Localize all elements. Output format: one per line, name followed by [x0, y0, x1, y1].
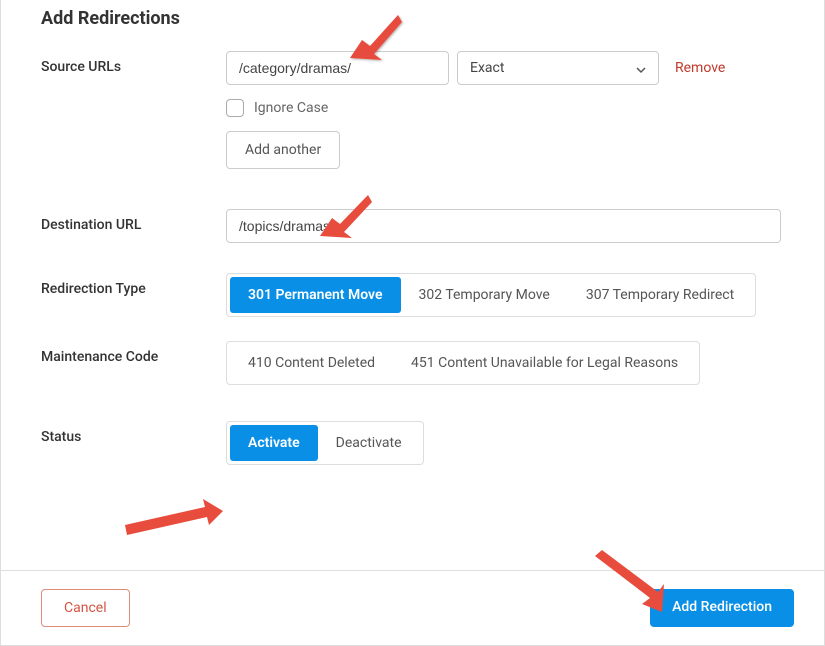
status-activate[interactable]: Activate — [230, 425, 318, 461]
page-title: Add Redirections — [41, 8, 794, 29]
destination-url-label: Destination URL — [41, 209, 226, 243]
add-another-button[interactable]: Add another — [226, 131, 340, 169]
maintenance-code-451[interactable]: 451 Content Unavailable for Legal Reason… — [393, 345, 696, 381]
status-label: Status — [41, 421, 226, 465]
ignore-case-label: Ignore Case — [254, 100, 328, 116]
chevron-down-icon — [636, 63, 646, 73]
redirection-type-label: Redirection Type — [41, 273, 226, 317]
maintenance-code-410[interactable]: 410 Content Deleted — [230, 345, 393, 381]
redirection-type-301[interactable]: 301 Permanent Move — [230, 277, 401, 313]
remove-source-link[interactable]: Remove — [675, 60, 725, 76]
match-type-value: Exact — [470, 60, 504, 76]
cancel-button[interactable]: Cancel — [41, 589, 130, 627]
ignore-case-checkbox[interactable] — [226, 99, 244, 117]
add-redirection-button[interactable]: Add Redirection — [650, 589, 794, 627]
redirection-type-302[interactable]: 302 Temporary Move — [401, 277, 568, 313]
source-url-input[interactable] — [226, 51, 449, 85]
status-deactivate[interactable]: Deactivate — [318, 425, 420, 461]
source-urls-label: Source URLs — [41, 51, 226, 169]
match-type-select[interactable]: Exact — [457, 51, 659, 85]
destination-url-input[interactable] — [226, 209, 781, 243]
maintenance-code-label: Maintenance Code — [41, 341, 226, 385]
redirection-type-307[interactable]: 307 Temporary Redirect — [568, 277, 752, 313]
